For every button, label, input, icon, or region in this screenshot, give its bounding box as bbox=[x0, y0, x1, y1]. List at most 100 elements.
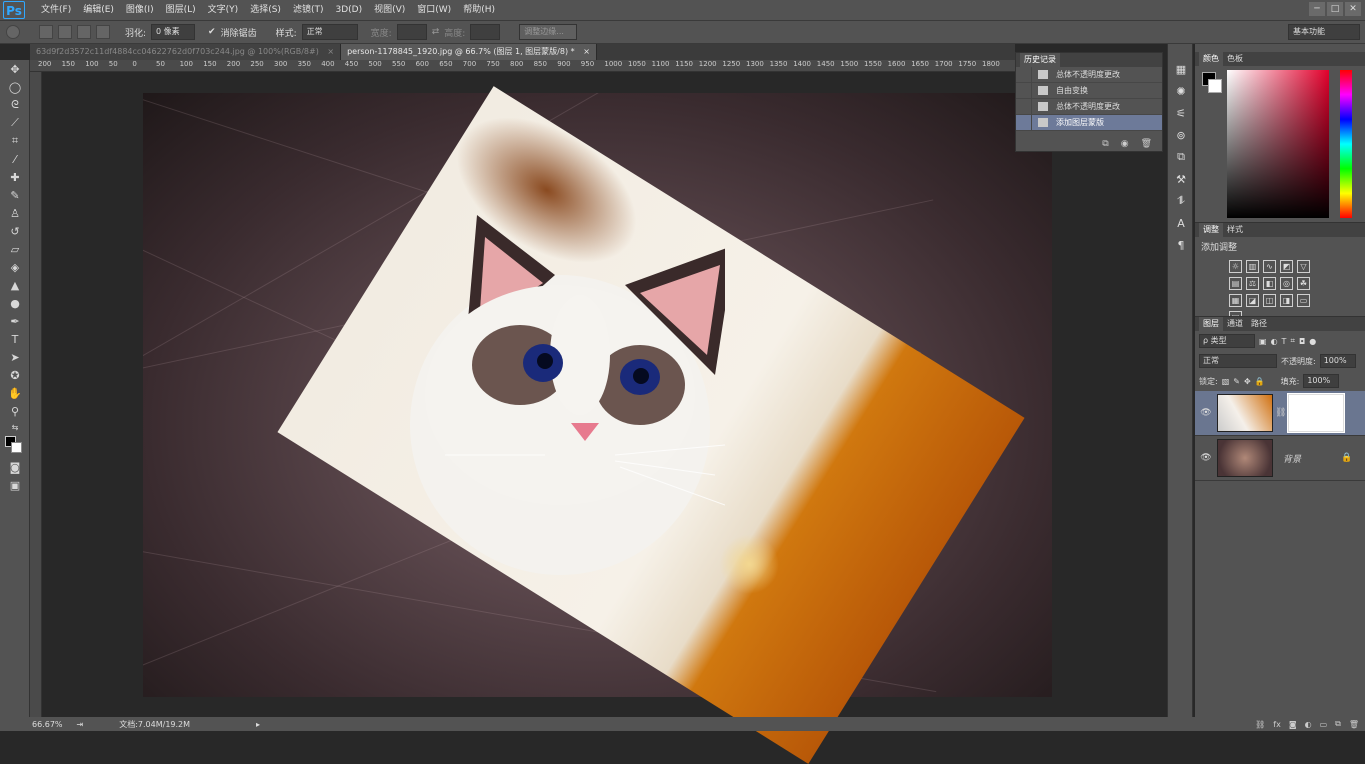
layer-mask-thumbnail[interactable] bbox=[1287, 393, 1346, 433]
color-swatches-icon[interactable] bbox=[0, 434, 30, 458]
menu-view[interactable]: 视图(V) bbox=[368, 0, 411, 20]
posterize-icon[interactable]: ◫ bbox=[1263, 294, 1276, 307]
menu-select[interactable]: 选择(S) bbox=[244, 0, 287, 20]
hue-slider[interactable] bbox=[1340, 70, 1352, 218]
filter-pixel-icon[interactable]: ▣ bbox=[1259, 337, 1267, 346]
photo-filter-icon[interactable]: ◎ bbox=[1280, 277, 1293, 290]
mask-link-icon[interactable]: ⛓ bbox=[1275, 408, 1286, 418]
zoom-tool-icon[interactable]: ⚲ bbox=[0, 402, 30, 420]
tab-document-1[interactable]: 63d9f2d3572c11df4884cc04622762d0f703c244… bbox=[30, 44, 342, 60]
add-selection-icon[interactable] bbox=[58, 25, 72, 39]
width-input[interactable] bbox=[396, 24, 427, 40]
brush-icon[interactable]: ⚟ bbox=[1168, 102, 1194, 124]
tab-close-icon[interactable]: × bbox=[327, 47, 334, 56]
menu-window[interactable]: 窗口(W) bbox=[411, 0, 457, 20]
tab-styles[interactable]: 样式 bbox=[1223, 223, 1247, 237]
swap-icon[interactable]: ⇄ bbox=[432, 27, 440, 37]
brush-tool-icon[interactable]: ✎ bbox=[0, 186, 30, 204]
history-item[interactable]: 总体不透明度更改 bbox=[1016, 66, 1162, 83]
swap-colors-icon[interactable]: ⇆ bbox=[0, 420, 30, 434]
ellipse-marquee-icon[interactable] bbox=[6, 25, 20, 39]
snapshot-icon[interactable]: ◉ bbox=[1121, 139, 1129, 149]
adjustment-layer-icon[interactable]: ◐ bbox=[1305, 720, 1312, 729]
ellipse-marquee-tool-icon[interactable]: ◯ bbox=[0, 78, 30, 96]
paint-bucket-icon[interactable]: ◈ bbox=[0, 258, 30, 276]
channel-mixer-icon[interactable]: ☘ bbox=[1297, 277, 1310, 290]
healing-tool-icon[interactable]: ✚ bbox=[0, 168, 30, 186]
color-lookup-icon[interactable]: ▦ bbox=[1229, 294, 1242, 307]
visibility-eye-icon[interactable]: 👁 bbox=[1195, 453, 1217, 463]
quick-mask-icon[interactable]: ◙ bbox=[0, 458, 30, 476]
black-white-icon[interactable]: ◧ bbox=[1263, 277, 1276, 290]
eraser-tool-icon[interactable]: ▱ bbox=[0, 240, 30, 258]
crop-tool-icon[interactable]: ⌗ bbox=[0, 132, 30, 150]
history-dock-icon[interactable]: ▦ bbox=[1168, 58, 1194, 80]
brightness-icon[interactable]: ☼ bbox=[1229, 260, 1242, 273]
color-balance-icon[interactable]: ⚖ bbox=[1246, 277, 1259, 290]
menu-type[interactable]: 文字(Y) bbox=[202, 0, 245, 20]
intersect-selection-icon[interactable] bbox=[96, 25, 110, 39]
type-tool-icon[interactable]: T bbox=[0, 330, 30, 348]
lock-move-icon[interactable]: ✥ bbox=[1244, 377, 1251, 386]
history-item[interactable]: 自由变换 bbox=[1016, 82, 1162, 99]
move-tool-icon[interactable]: ✥ bbox=[0, 60, 30, 78]
refine-edge-button[interactable]: 调整边缘... bbox=[519, 24, 578, 40]
history-item-selected[interactable]: 添加图层蒙版 bbox=[1016, 114, 1162, 131]
filter-adjust-icon[interactable]: ◐ bbox=[1271, 337, 1278, 346]
antialias-checkbox-icon[interactable]: ✔ bbox=[208, 27, 216, 37]
menu-file[interactable]: 文件(F) bbox=[35, 0, 77, 20]
blend-mode-select[interactable]: 正常 bbox=[1199, 354, 1277, 368]
filter-toggle-icon[interactable]: ● bbox=[1309, 337, 1316, 346]
fx-icon[interactable]: fx bbox=[1273, 720, 1281, 729]
adjust-dock-icon[interactable]: ⥮ bbox=[1168, 190, 1194, 212]
lasso-tool-icon[interactable]: ᘓ bbox=[0, 96, 30, 114]
tab-swatches[interactable]: 色板 bbox=[1223, 52, 1247, 66]
threshold-icon[interactable]: ◨ bbox=[1280, 294, 1293, 307]
style-select[interactable]: 正常 bbox=[301, 24, 358, 40]
menu-edit[interactable]: 编辑(E) bbox=[77, 0, 120, 20]
filter-smart-icon[interactable]: ◘ bbox=[1299, 337, 1305, 346]
properties-icon[interactable]: ⧉ bbox=[1168, 146, 1194, 168]
tab-layers[interactable]: 图层 bbox=[1199, 317, 1223, 331]
color-picker-field[interactable] bbox=[1227, 70, 1329, 218]
brush-preset-icon[interactable]: ✺ bbox=[1168, 80, 1194, 102]
visibility-eye-icon[interactable]: 👁 bbox=[1195, 408, 1217, 418]
tab-close-icon[interactable]: × bbox=[583, 47, 590, 56]
quick-select-tool-icon[interactable]: ⟋ bbox=[0, 114, 30, 132]
lock-all-icon[interactable]: 🔒 bbox=[1255, 377, 1265, 386]
export-icon[interactable]: ⇥ bbox=[77, 720, 84, 729]
history-item[interactable]: 总体不透明度更改 bbox=[1016, 98, 1162, 115]
fill-input[interactable]: 100% bbox=[1303, 374, 1340, 388]
screen-mode-icon[interactable]: ▣ bbox=[0, 476, 30, 494]
vibrance-icon[interactable]: ▽ bbox=[1297, 260, 1310, 273]
levels-icon[interactable]: ▥ bbox=[1246, 260, 1259, 273]
tab-history[interactable]: 历史记录 bbox=[1020, 53, 1060, 67]
layer-row-1[interactable]: 👁 ⛓ bbox=[1195, 391, 1365, 436]
tab-color[interactable]: 颜色 bbox=[1199, 52, 1223, 66]
link-layers-icon[interactable]: ⛓ bbox=[1255, 720, 1265, 729]
menu-help[interactable]: 帮助(H) bbox=[457, 0, 501, 20]
close-button[interactable]: ✕ bbox=[1345, 2, 1361, 16]
layer-row-background[interactable]: 👁 背景 🔒 bbox=[1195, 436, 1365, 481]
new-document-from-state-icon[interactable]: ⧉ bbox=[1102, 139, 1108, 149]
status-menu-icon[interactable]: ▸ bbox=[256, 720, 260, 729]
minimize-button[interactable]: ─ bbox=[1309, 2, 1325, 16]
menu-image[interactable]: 图像(I) bbox=[120, 0, 160, 20]
feather-input[interactable]: 0 像素 bbox=[151, 24, 196, 40]
history-brush-icon[interactable]: ↺ bbox=[0, 222, 30, 240]
path-select-icon[interactable]: ➤ bbox=[0, 348, 30, 366]
pen-tool-icon[interactable]: ✒ bbox=[0, 312, 30, 330]
opacity-input[interactable]: 100% bbox=[1319, 354, 1356, 368]
stamp-tool-icon[interactable]: ♙ bbox=[0, 204, 30, 222]
exposure-icon[interactable]: ◩ bbox=[1280, 260, 1293, 273]
shape-tool-icon[interactable]: ✪ bbox=[0, 366, 30, 384]
workspace-select[interactable]: 基本功能 bbox=[1288, 24, 1360, 40]
invert-icon[interactable]: ◪ bbox=[1246, 294, 1259, 307]
filter-type-icon[interactable]: T bbox=[1282, 337, 1287, 346]
menu-layer[interactable]: 图层(L) bbox=[160, 0, 202, 20]
trash-icon[interactable]: 🗑 bbox=[1141, 139, 1152, 149]
lock-transparent-icon[interactable]: ▧ bbox=[1222, 377, 1230, 386]
group-icon[interactable]: ▭ bbox=[1320, 720, 1328, 729]
trash-icon[interactable]: 🗑 bbox=[1349, 720, 1359, 729]
layer-filter-select[interactable]: ρ 类型 bbox=[1199, 334, 1255, 348]
